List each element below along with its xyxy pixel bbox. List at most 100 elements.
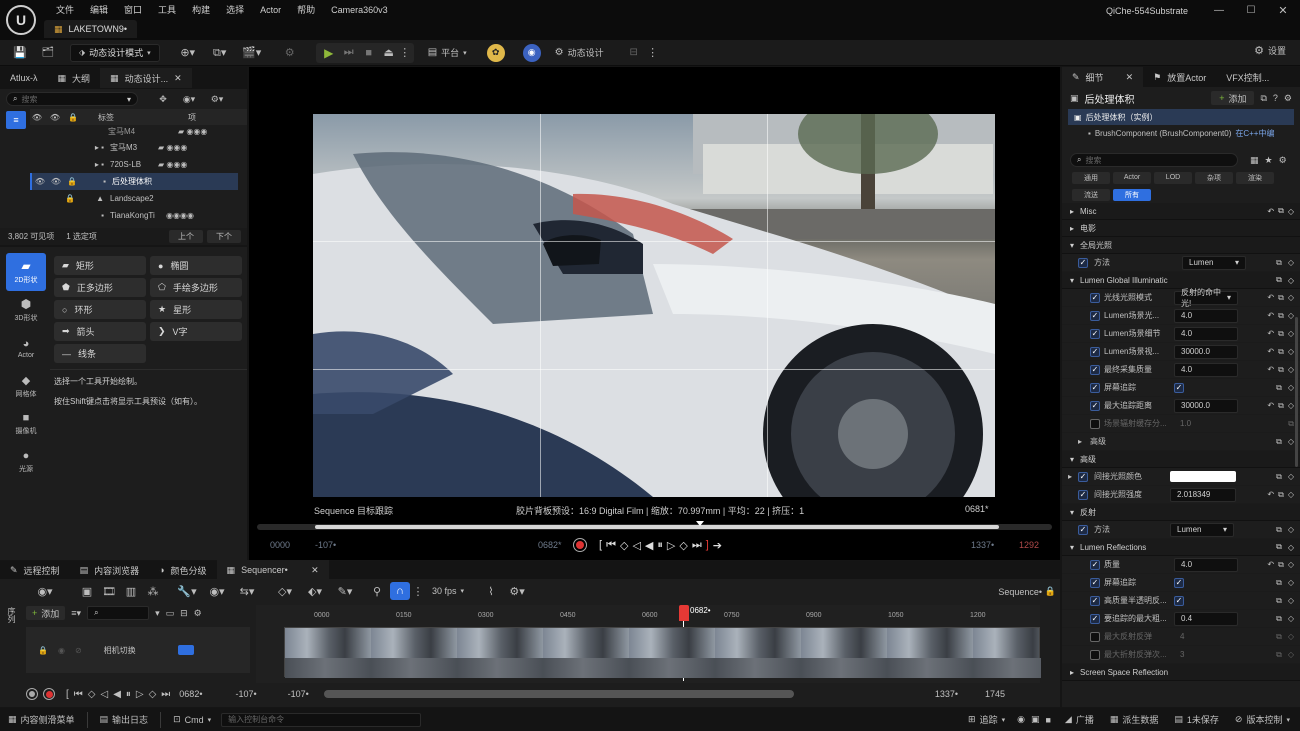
tool-ring[interactable]: ○ 环形 [54,300,146,319]
unsaved-button[interactable]: ▤ 1未保存 [1174,713,1219,726]
cmd-dropdown[interactable]: ⊡ Cmd ▾ [173,714,211,725]
key-icon[interactable]: ◇ [1288,560,1294,569]
track-settings-icon[interactable]: ⚙ [194,608,202,619]
key-icon[interactable]: ◇ [1288,596,1294,605]
max-trace-checkbox[interactable]: ✓ [1090,400,1100,411]
category-actor[interactable]: ◕ Actor [6,329,46,367]
duplicate-icon[interactable]: ⧉ [1278,311,1284,321]
key-icon[interactable]: ◇ [1288,472,1294,481]
help-icon[interactable]: ? [1273,93,1278,103]
list-item-selected[interactable]: 👁 👁 🔒 ▪ 后处理体积 [30,173,238,190]
duplicate-icon[interactable]: ⧉ [1276,578,1282,588]
next-key-icon[interactable]: ◇ [679,539,687,552]
duplicate-icon[interactable]: ⧉ [1276,542,1282,552]
save-icon[interactable]: 💾 [10,46,30,59]
duplicate-icon[interactable]: ⧉ [1278,206,1284,216]
gear-icon[interactable]: ⚙ [1279,155,1287,166]
loop-icon[interactable]: ➔ [713,539,722,552]
keyframe-grid-icon[interactable]: ⁂ [144,585,162,598]
favorite-star-icon[interactable]: ★ [1265,155,1273,166]
max-rough-input[interactable]: 0.4 [1174,611,1238,626]
viewport[interactable]: Sequence 目标跟踪 胶片背板预设：16:9 Digital Film |… [249,67,1060,560]
quality-checkbox[interactable]: ✓ [1090,559,1100,570]
key-icon[interactable]: ◇ [1288,525,1294,534]
playhead[interactable] [679,605,689,621]
step-fwd-icon[interactable]: ▷ [136,689,144,700]
marker-icon[interactable]: ⚲ [368,585,386,598]
lighting-mode-checkbox[interactable]: ✓ [1090,292,1100,303]
section-advanced[interactable]: ▸ 高级 ⧉ ◇ [1062,433,1300,451]
track-view-icon[interactable]: ▭ [166,608,175,619]
details-scrollbar[interactable] [1295,317,1298,467]
filter-all[interactable]: 所有 [1113,188,1151,201]
key-icon[interactable]: ◇ [1288,365,1294,374]
close-icon[interactable]: ✕ [1272,3,1294,17]
tool-line[interactable]: — 线条 [54,344,146,363]
key-icon[interactable]: ◇ [1288,578,1294,587]
key-icon[interactable]: ◇ [1288,543,1294,552]
screenshot-icon[interactable]: ▣ [1031,714,1040,725]
move-icon[interactable]: ✥ [154,94,172,105]
derived-data-button[interactable]: ▦ 派生数据 [1110,713,1159,726]
key-icon[interactable]: ◇ [1288,401,1294,410]
section-ssr[interactable]: ▸ Screen Space Reflection [1062,664,1300,681]
section-reflection[interactable]: ▾ 反射 [1062,504,1300,521]
level-tab[interactable]: ▦ LAKETOWN9• [44,20,138,38]
trace-button[interactable]: ⊞ 追踪 ▾ [968,713,1005,726]
max-bounce-checkbox[interactable] [1090,631,1100,642]
tool-star[interactable]: ★ 星形 [150,300,242,319]
section-lumen-reflections[interactable]: ▾ Lumen Reflections ⧉ ◇ [1062,539,1300,556]
quality-input[interactable]: 4.0 [1174,557,1238,572]
gi-method-checkbox[interactable]: ✓ [1078,257,1088,268]
duplicate-icon[interactable]: ⧉ [1276,383,1282,393]
skip-start-icon[interactable]: ⏮ [606,539,616,552]
key-icon[interactable]: ◇ [1288,383,1294,392]
r-screen-trace-checkbox[interactable]: ✓ [1090,577,1100,588]
duplicate-icon[interactable]: ⧉ [1276,437,1282,447]
reset-icon[interactable]: ↶ [1267,560,1274,569]
lighting-mode-select[interactable]: 反射的命中光! ▾ [1174,288,1238,308]
skip-end-icon[interactable]: ⏭ [692,539,702,552]
hq-trans-value[interactable]: ✓ [1174,595,1184,606]
tab-sequencer[interactable]: ▦ Sequencer• ✕ [216,560,329,580]
duplicate-icon[interactable]: ⧉ [1276,650,1282,660]
view-options-icon[interactable]: ◉▾ [178,94,200,105]
duplicate-icon[interactable]: ⧉ [1278,560,1284,570]
menu-item-edit[interactable]: 编辑 [82,3,116,16]
final-gather-checkbox[interactable]: ✓ [1090,364,1100,375]
reset-icon[interactable]: ↶ [1267,365,1274,374]
key-icon[interactable]: ◇ [1288,329,1294,338]
settings-gear-icon[interactable]: ⚙▾ [206,94,228,105]
tool-rectangle[interactable]: ▰ 矩形 [54,256,146,275]
snap-icon[interactable]: ⇆▾ [234,585,260,598]
console-input[interactable]: 输入控制台命令 [221,712,422,727]
final-gather-input[interactable]: 4.0 [1174,362,1238,377]
screen-trace-checkbox[interactable]: ✓ [1090,382,1100,393]
list-item[interactable]: 🔒 ▲ Landscape2 [30,190,238,207]
source-control-button[interactable]: ⊘ 版本控制 ▾ [1235,713,1290,726]
seq-settings-icon[interactable]: ⚙▾ [504,585,530,598]
record-icon[interactable] [26,688,38,700]
gear-icon[interactable]: ⚙ [1284,93,1292,104]
list-item[interactable]: ▸ ▪ 720S-LB ▰ ◉◉◉ [30,156,238,173]
tab-color-grading[interactable]: ◑ 颜色分级 [149,560,216,580]
bracket-in-icon[interactable]: [ [599,539,602,551]
stop-icon[interactable]: ■ [360,47,378,59]
details-search-input[interactable]: ⌕ 搜索 [1070,153,1238,167]
timeline-scrollbar[interactable] [323,690,794,698]
category-2d-shapes[interactable]: ▰ 2D形状 [6,253,46,291]
duplicate-icon[interactable]: ⧉ [1276,525,1282,535]
duplicate-icon[interactable]: ⧉ [1278,490,1284,500]
more-options-icon[interactable]: ⋮ [647,46,658,59]
tab-details[interactable]: ✎ 细节 ✕ [1062,67,1144,87]
mode-dropdown[interactable]: ⬗ 动态设计模式 ▾ [70,43,160,62]
key-icon[interactable]: ◇ [1288,614,1294,623]
key-icon[interactable]: ◇ [1288,293,1294,302]
key-icon[interactable]: ◇ [1288,650,1294,659]
next-button[interactable]: 下个 [207,230,241,243]
reset-icon[interactable]: ↶ [1267,401,1274,410]
prev-key-icon[interactable]: ◇ [620,539,628,552]
track-search[interactable]: ⌕ [87,606,150,620]
save-sequence-icon[interactable]: ▣ [78,585,96,598]
settings-button[interactable]: ⚙ 设置 [1254,44,1286,57]
